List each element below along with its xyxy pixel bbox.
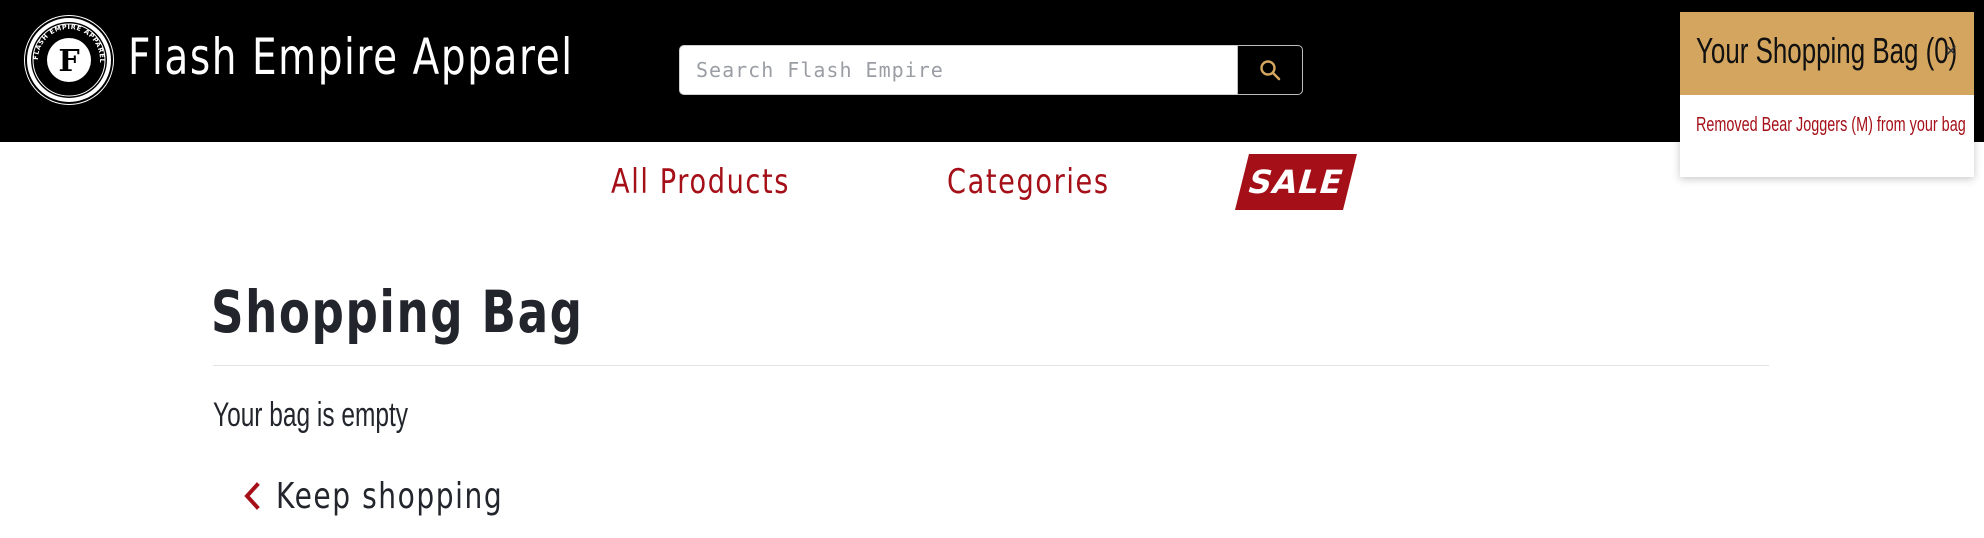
nav-all-products[interactable]: All Products [611, 154, 790, 210]
nav-categories[interactable]: Categories [947, 154, 1110, 210]
bag-popup-header: Your Shopping Bag (0) × [1680, 12, 1974, 95]
page-title: Shopping Bag [211, 278, 584, 346]
logo-initial: F [58, 44, 79, 79]
title-divider [213, 365, 1769, 366]
keep-shopping-link[interactable]: Keep shopping [242, 472, 567, 520]
close-icon[interactable]: × [1940, 38, 1962, 64]
chevron-left-icon [244, 482, 260, 510]
brand-name[interactable]: Flash Empire Apparel [128, 24, 574, 90]
brand-logo[interactable]: FLASH EMPIRE APPAREL F [24, 15, 114, 105]
search-bar [679, 45, 1303, 95]
keep-shopping-label: Keep shopping [276, 475, 504, 517]
logo-emblem-icon: FLASH EMPIRE APPAREL F [25, 16, 113, 104]
empty-bag-message: Your bag is empty [213, 396, 409, 434]
nav-sale-badge[interactable]: SALE [1235, 154, 1357, 210]
search-input[interactable] [679, 45, 1237, 95]
search-button[interactable] [1237, 45, 1303, 95]
shopping-bag-popup: Your Shopping Bag (0) × Removed Bear Jog… [1680, 12, 1974, 177]
search-icon [1260, 60, 1281, 81]
bag-popup-message: Removed Bear Joggers (M) from your bag [1696, 114, 1966, 136]
sale-label: SALE [1243, 163, 1349, 201]
bag-popup-title: Your Shopping Bag (0) [1696, 30, 1958, 71]
